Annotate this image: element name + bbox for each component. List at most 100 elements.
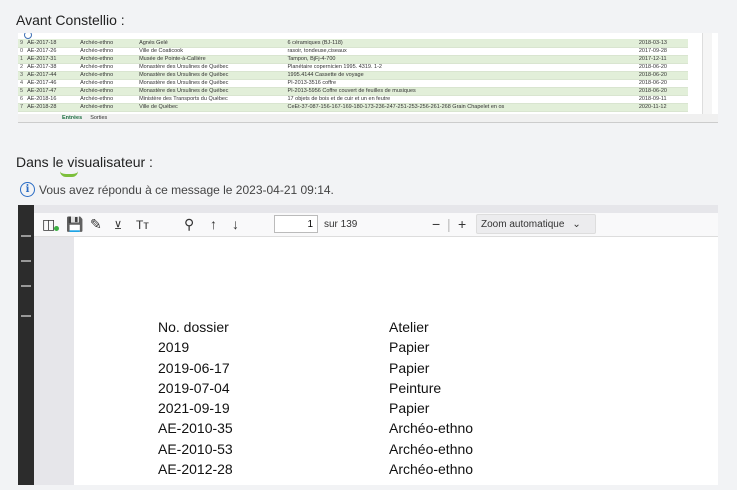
sheet-tab-sorties: Sorties [90,115,108,121]
vertical-scrollbar [702,33,712,122]
table-cell-date: 2018-03-13 [636,39,688,48]
table-row: 6 AE-2018-16 Archéo-ethno Ministère des Tra… [18,95,688,104]
table-row: 7 AE-2018-28 Archéo-ethno Ville de Québec Ce… [18,103,688,112]
page-text-line: Peinture [389,379,442,396]
table-row: 0 AE-2017-26 Archéo-ethno Ville de Coaticoo… [18,47,688,56]
highlight-icon[interactable]: ⊻ [114,219,122,232]
save-icon[interactable]: 💾 [66,216,83,233]
table-cell-idx: 2 [18,63,26,72]
pdf-frame: ◫ 💾 ✎ ⊻ Tт ⚲ ↑ ↓ sur 139 − | + Zoom auto… [34,205,718,485]
heading-before: Avant Constellio : [16,12,125,28]
page-text-line: 2019-07-04 [158,379,230,396]
table-row: 4 AE-2017-46 Archéo-ethno Monastère des Urs… [18,79,688,88]
table-cell-idx: 5 [18,87,26,96]
page-text-line: Papier [389,359,430,376]
draw-icon[interactable]: ✎ [90,216,102,233]
table-row: 5 AE-2017-47 Archéo-ethno Monastère des Urs… [18,87,688,96]
table-cell-owner: Agnès Gelé [137,39,286,48]
sidebar-toggle-icon[interactable]: ◫ [42,216,55,233]
table-cell-id: AE-2018-16 [25,95,79,104]
table-row: 1 AE-2017-31 Archéo-ethno Musée de Pointe-à… [18,55,688,64]
search-icon[interactable]: ⚲ [184,216,194,233]
reply-notice-text: Vous avez répondu à ce message le 2023-0… [39,182,334,197]
table-cell-date: 2017-12-11 [636,55,688,64]
page-text-line: 2019-06-17 [158,359,230,376]
chevron-down-icon: ⌄ [572,218,581,230]
page-total: sur 139 [324,219,358,230]
page-text-line: AE-2010-35 [158,420,233,437]
table-cell-desc: 1995.4144 Cassette de voyage [285,71,637,80]
page-text-line: AE-2010-53 [158,440,233,457]
table-cell-type: Archéo-ethno [78,95,138,104]
separator: | [447,216,451,232]
strip-mark [21,285,31,287]
table-cell-desc: Planétaire copernicien 1995. 4319. 1-2 [285,63,637,72]
table-cell-owner: Ministère des Transports du Québec [137,95,286,104]
table-cell-type: Archéo-ethno [78,55,138,64]
table-cell-date: 2018-06-20 [636,71,688,80]
table-cell-owner: Ville de Coaticook [137,47,286,56]
strip-mark [21,315,31,317]
page-number-input[interactable] [274,215,318,233]
table-row: 2 AE-2017-38 Archéo-ethno Monastère des Urs… [18,63,688,72]
page-text-line: AE-2012-28 [158,461,233,478]
table-cell-id: AE-2017-18 [25,39,79,48]
table-cell-owner: Monastère des Ursulines de Québec [137,87,286,96]
zoom-in-icon[interactable]: + [458,216,466,232]
next-page-icon[interactable]: ↓ [232,216,239,232]
page-column-right: Atelier Papier Papier Peinture Papier Archéo-… [389,317,473,479]
table-cell-idx: 7 [18,103,26,112]
table-cell-id: AE-2017-47 [25,87,79,96]
table-cell-idx: 0 [18,47,26,56]
zoom-out-icon[interactable]: − [432,216,440,232]
spreadsheet-table: 9 AE-2017-18 Archéo-ethno Agnès Gelé 6 céram… [18,39,688,112]
strip-mark [21,260,31,262]
table-cell-desc: CeEt-37-087-156-167-169-180-173-236-247-… [285,103,637,112]
sheet-tabs: Entrées Sorties [18,114,718,122]
table-row: 9 AE-2017-18 Archéo-ethno Agnès Gelé 6 céram… [18,39,688,48]
page-text-line: 2021-09-19 [158,400,230,417]
green-logo-fragment [60,171,78,177]
table-cell-id: AE-2017-38 [25,63,79,72]
heading-viewer: Dans le visualisateur : [16,154,153,170]
table-row: 3 AE-2017-44 Archéo-ethno Monastère des Urs… [18,71,688,80]
table-cell-id: AE-2017-44 [25,71,79,80]
table-cell-date: 2017-09-28 [636,47,688,56]
previous-page-icon[interactable]: ↑ [210,216,217,232]
table-cell-desc: Tampon, BjFj-4-700 [285,55,637,64]
table-cell-owner: Monastère des Ursulines de Québec [137,71,286,80]
strip-mark [21,235,31,237]
table-cell-owner: Monastère des Ursulines de Québec [137,63,286,72]
page-text-line: Atelier [389,319,429,335]
page-text-line: 2019 [158,339,190,356]
table-cell-type: Archéo-ethno [78,47,138,56]
spreadsheet-screenshot: 9 AE-2017-18 Archéo-ethno Agnès Gelé 6 céram… [18,33,718,123]
table-cell-date: 2020-11-12 [636,103,688,112]
zoom-select[interactable]: Zoom automatique ⌄ [476,214,596,234]
pdf-viewer: ◫ 💾 ✎ ⊻ Tт ⚲ ↑ ↓ sur 139 − | + Zoom auto… [18,205,718,485]
page-text-line: Archéo-ethno [389,440,474,457]
table-cell-id: AE-2018-28 [25,103,79,112]
sheet-tab-entrees: Entrées [62,115,83,121]
table-cell-idx: 4 [18,79,26,88]
table-cell-id: AE-2017-31 [25,55,79,64]
table-cell-desc: 6 céramiques (BJ-118) [285,39,637,48]
table-cell-owner: Ville de Québec [137,103,286,112]
table-cell-desc: PI-2013-5956 Coffre couvert de feuilles … [285,87,637,96]
left-panel-strip [18,205,34,485]
text-icon[interactable]: Tт [136,218,149,232]
zoom-select-value: Zoom automatique [481,218,565,230]
table-cell-id: AE-2017-46 [25,79,79,88]
table-cell-idx: 6 [18,95,26,104]
page-column-left: No. dossier 2019 2019-06-17 2019-07-04 2021-… [158,317,233,479]
table-cell-type: Archéo-ethno [78,63,138,72]
table-cell-desc: PI-2013-3516 coffre [285,79,637,88]
table-cell-date: 2018-06-20 [636,79,688,88]
table-cell-type: Archéo-ethno [78,71,138,80]
table-cell-type: Archéo-ethno [78,39,138,48]
table-cell-idx: 9 [18,39,26,48]
table-cell-idx: 3 [18,71,26,80]
table-cell-owner: Monastère des Ursulines de Québec [137,79,286,88]
table-cell-desc: 17 objets de bois et de cuir et un en fe… [285,95,637,104]
table-cell-id: AE-2017-26 [25,47,79,56]
